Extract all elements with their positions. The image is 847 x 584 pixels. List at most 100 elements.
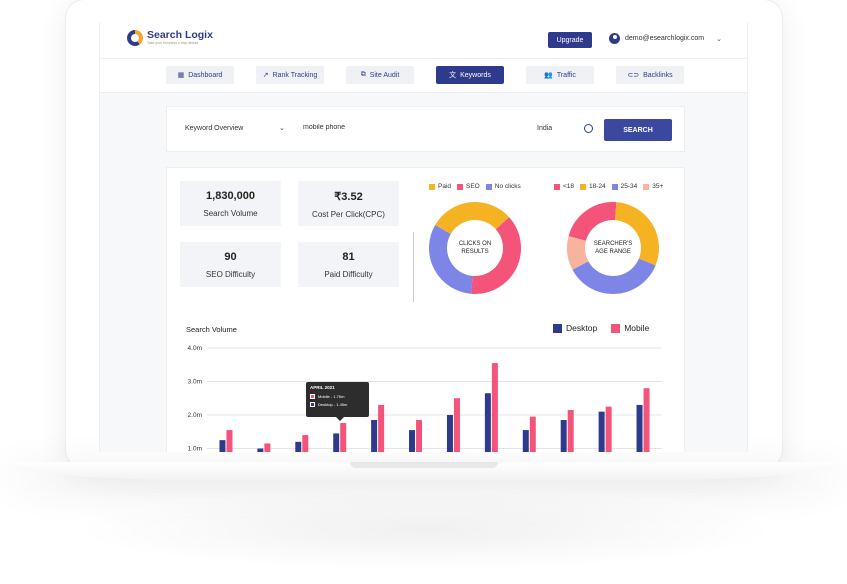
seo-difficulty-value: 90 <box>224 251 237 263</box>
bar-mobile[interactable] <box>453 398 460 452</box>
bar-mobile[interactable] <box>264 443 271 452</box>
cpc-card: ₹3.52 Cost Per Click(CPC) <box>298 181 399 226</box>
translate-icon: 文 <box>449 72 457 79</box>
user-circle-icon <box>609 33 620 44</box>
bar-desktop[interactable] <box>371 420 378 452</box>
divider <box>413 232 414 302</box>
tab-label: Rank Tracking <box>272 71 318 79</box>
search-volume-card: 1,830,000 Search Volume <box>180 181 281 226</box>
tab-label: Site Audit <box>369 71 400 79</box>
bar-mobile[interactable] <box>567 409 574 452</box>
chart-legend: Desktop Mobile <box>553 323 649 333</box>
age-legend: <18 18-24 25-34 35+ <box>554 183 663 190</box>
brand-tagline: Take your business a step ahead <box>147 41 199 45</box>
tab-label: Traffic <box>556 71 576 79</box>
device-shadow <box>70 490 780 570</box>
bar-desktop[interactable] <box>560 420 567 452</box>
donut-slice-25-34[interactable] <box>572 258 656 294</box>
tab-label: Keywords <box>460 71 491 79</box>
paid-difficulty-card: 81 Paid Difficulty <box>298 242 399 287</box>
tab-dashboard[interactable]: ▦ Dashboard <box>166 66 234 84</box>
bar-desktop[interactable] <box>219 440 226 452</box>
tab-traffic[interactable]: 👥 Traffic <box>526 66 594 84</box>
cpc-label: Cost Per Click(CPC) <box>312 210 385 219</box>
chart-title: Search Volume <box>186 325 237 334</box>
globe-icon[interactable] <box>584 124 593 133</box>
tab-backlinks[interactable]: ⊂⊃ Backlinks <box>616 66 684 84</box>
y-tick-label: 4.0m <box>188 345 202 352</box>
tab-rank-tracking[interactable]: ↗ Rank Tracking <box>256 66 324 84</box>
app-screen: Search Logix Take your business a step a… <box>99 22 748 452</box>
link-icon: ⊂⊃ <box>627 72 640 79</box>
users-icon: 👥 <box>544 72 553 79</box>
bar-desktop[interactable] <box>409 430 416 452</box>
keyword-overview-panel: 1,830,000 Search Volume ₹3.52 Cost Per C… <box>166 167 685 452</box>
bar-mobile[interactable] <box>491 363 498 452</box>
chevron-down-icon[interactable]: ⌄ <box>716 35 722 43</box>
bar-desktop[interactable] <box>598 411 605 452</box>
grid-icon: ▦ <box>177 72 185 79</box>
search-volume-bar-chart: 4.0m 3.0m 2.0m 1.0m <box>188 345 662 453</box>
y-tick-label: 1.0m <box>188 446 202 453</box>
tooltip-row-desktop: Desktop - 1.45m <box>310 402 365 407</box>
paid-difficulty-label: Paid Difficulty <box>324 270 373 279</box>
chevron-down-icon[interactable]: ⌄ <box>279 124 285 132</box>
bar-mobile[interactable] <box>226 430 233 452</box>
donut-slice-No clicks[interactable] <box>429 225 474 294</box>
country-select[interactable]: India <box>537 125 552 132</box>
bar-desktop[interactable] <box>295 441 302 452</box>
copy-icon: ⧉ <box>360 71 366 78</box>
bar-mobile[interactable] <box>643 388 650 452</box>
search-volume-label: Search Volume <box>203 209 258 218</box>
bar-mobile[interactable] <box>529 416 536 452</box>
bar-desktop[interactable] <box>484 393 491 452</box>
laptop-notch <box>350 462 498 468</box>
bar-mobile[interactable] <box>302 435 309 452</box>
tab-label: Backlinks <box>643 71 673 79</box>
legend-item: Paid <box>429 183 451 190</box>
user-menu[interactable]: demo@esearchlogix.com ⌄ <box>609 33 722 44</box>
tab-label: Dashboard <box>188 71 223 79</box>
clicks-legend: Paid SEO No clicks <box>429 183 521 190</box>
bar-desktop[interactable] <box>522 430 529 452</box>
age-donut-center: SEARCHER'S AGE RANGE <box>593 241 633 255</box>
search-type-select[interactable]: Keyword Overview <box>185 125 243 132</box>
keyword-input[interactable] <box>303 124 503 131</box>
main-nav: ▦ Dashboard ↗ Rank Tracking ⧉ Site Audit… <box>100 59 747 93</box>
donut-slice-<18[interactable] <box>568 202 617 242</box>
legend-item: SEO <box>457 183 480 190</box>
bar-mobile[interactable] <box>605 406 612 452</box>
upgrade-button[interactable]: Upgrade <box>548 32 592 48</box>
legend-item: <18 <box>554 183 574 190</box>
bar-desktop[interactable] <box>636 404 643 452</box>
seo-difficulty-label: SEO Difficulty <box>205 270 256 279</box>
tooltip-row-mobile: Mobile - 1.76m <box>310 394 365 399</box>
legend-item-desktop[interactable]: Desktop <box>553 323 597 333</box>
trend-icon: ↗ <box>262 72 269 79</box>
tab-site-audit[interactable]: ⧉ Site Audit <box>346 66 414 84</box>
seo-difficulty-card: 90 SEO Difficulty <box>180 242 281 287</box>
user-email: demo@esearchlogix.com <box>625 35 705 42</box>
tab-keywords[interactable]: 文 Keywords <box>436 66 504 84</box>
legend-item-mobile[interactable]: Mobile <box>611 323 649 333</box>
y-tick-label: 3.0m <box>188 379 202 386</box>
search-button[interactable]: SEARCH <box>604 119 672 141</box>
bar-desktop[interactable] <box>446 415 453 452</box>
bar-desktop[interactable] <box>333 433 340 452</box>
legend-item: 25-34 <box>611 183 637 190</box>
bar-mobile[interactable] <box>340 423 347 452</box>
cpc-value: ₹3.52 <box>334 191 363 203</box>
donut-slice-Paid[interactable] <box>435 202 510 235</box>
bar-mobile[interactable] <box>378 404 385 452</box>
legend-item: 18-24 <box>580 183 606 190</box>
legend-item: 35+ <box>643 183 663 190</box>
clicks-donut-center: CLICKS ON RESULTS <box>458 241 492 255</box>
legend-item: No clicks <box>485 183 521 190</box>
bar-desktop[interactable] <box>257 448 264 453</box>
logo[interactable]: Search Logix Take your business a step a… <box>127 30 213 46</box>
brand-name: Search Logix <box>147 29 213 41</box>
bar-mobile[interactable] <box>416 420 423 452</box>
paid-difficulty-value: 81 <box>342 251 355 263</box>
search-volume-value: 1,830,000 <box>206 190 255 202</box>
donut-slice-35+[interactable] <box>567 236 589 270</box>
